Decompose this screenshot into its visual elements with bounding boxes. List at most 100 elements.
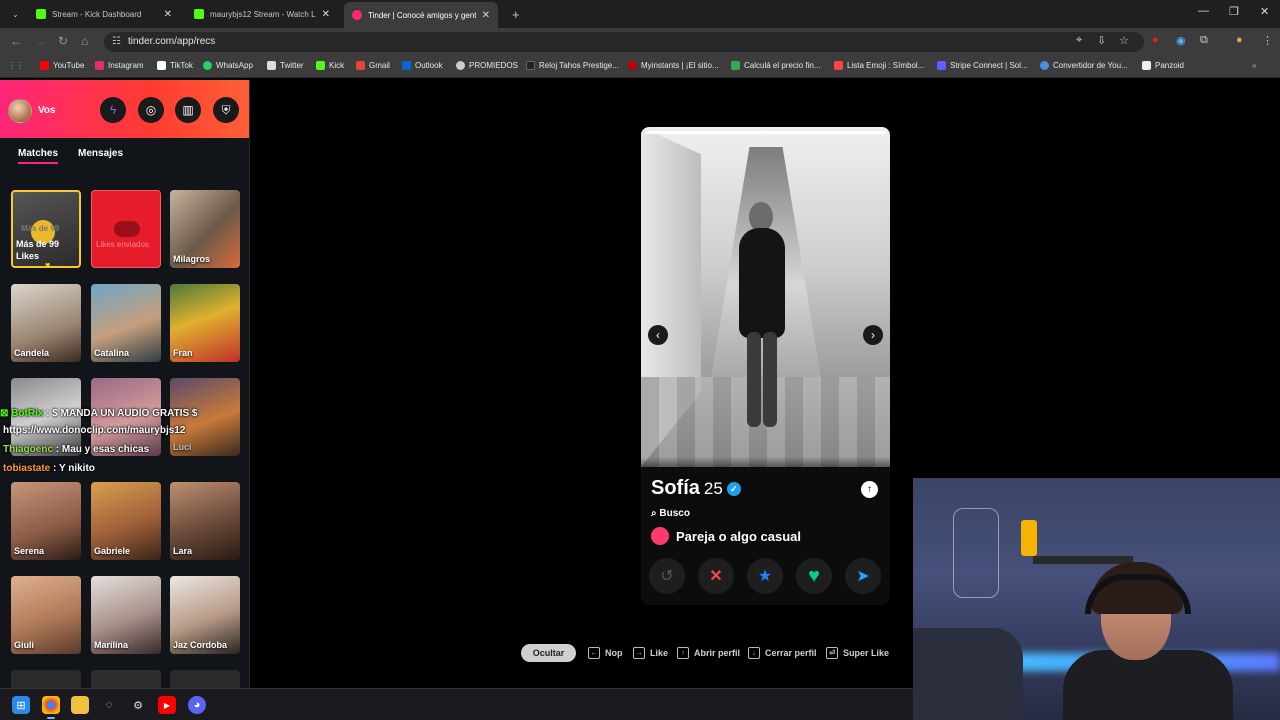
boost-icon[interactable]: ϟ <box>100 97 126 123</box>
install-icon[interactable]: ⇩ <box>1097 34 1106 47</box>
streamer-shirt <box>1063 650 1233 720</box>
hand-icon <box>114 221 140 237</box>
restore-icon[interactable]: ❐ <box>1229 5 1239 18</box>
close-window-icon[interactable]: ✕ <box>1260 5 1269 18</box>
next-photo-button[interactable]: › <box>863 325 883 345</box>
close-tab-icon[interactable]: ✕ <box>482 10 490 21</box>
shortcut-label: Super Like <box>843 648 890 658</box>
briefcase-icon[interactable]: ▥ <box>175 97 201 123</box>
close-tab-icon[interactable]: ✕ <box>322 9 330 20</box>
address-bar[interactable]: ☷ tinder.com/app/recs <box>104 32 1144 52</box>
bookmark-youtube[interactable]: YouTube <box>40 61 84 70</box>
match-card[interactable] <box>170 670 240 688</box>
browser-tab-bar: ⌄ Stream - Kick Dashboard ✕ maurybjs12 S… <box>0 0 1280 28</box>
bookmark-outlook[interactable]: Outlook <box>402 61 443 70</box>
app-icon[interactable]: ◌ <box>100 696 118 714</box>
match-card[interactable]: Jaz Cordoba <box>170 576 240 654</box>
extension-icon[interactable]: ◉ <box>1176 34 1186 47</box>
file-explorer-icon[interactable] <box>71 696 89 714</box>
hide-shortcuts-button[interactable]: Ocultar <box>521 644 576 662</box>
open-profile-button[interactable]: ↑ <box>861 481 878 498</box>
back-icon[interactable]: ← <box>10 34 22 48</box>
bookmark-myinstants[interactable]: Myinstants | ¡El sitio... <box>628 61 719 70</box>
match-card[interactable] <box>91 670 161 688</box>
profile-photo[interactable]: ‹ › <box>641 127 890 467</box>
rewind-button[interactable]: ↺ <box>649 558 685 594</box>
bookmark-emoji[interactable]: Lista Emoji : Símbol... <box>834 61 924 70</box>
bookmark-label: Myinstants | ¡El sitio... <box>641 61 719 70</box>
bookmark-star-icon[interactable]: ☆ <box>1119 34 1129 47</box>
emoji-icon <box>834 61 843 70</box>
bookmark-reloj[interactable]: Reloj Tahos Prestige... <box>526 61 619 70</box>
shortcut-label: Abrir perfil <box>694 648 741 658</box>
youtube-icon[interactable]: ▶ <box>158 696 176 714</box>
chat-username: tobiastate <box>3 463 51 474</box>
location-icon[interactable]: ⌖ <box>1076 34 1082 47</box>
tab-matches[interactable]: Matches <box>18 148 59 164</box>
profile-avatar-icon[interactable]: ● <box>1236 34 1243 46</box>
likes-sent-card[interactable]: Likes enviados <box>91 190 161 268</box>
new-tab-button[interactable]: + <box>504 4 524 24</box>
bot-icon: ⊠ <box>0 408 9 419</box>
browser-tab-tinder[interactable]: Tinder | Conocé amigos y gente ✕ <box>344 2 498 28</box>
bookmark-twitter[interactable]: Twitter <box>267 61 304 70</box>
match-card[interactable]: Gabriele <box>91 482 161 560</box>
more-bookmarks-icon[interactable]: » <box>1252 61 1256 70</box>
forward-icon[interactable]: → <box>34 34 46 48</box>
tab-list-button[interactable]: ⌄ <box>4 4 26 24</box>
bookmark-calcula[interactable]: Calculá el precio fin... <box>731 61 820 70</box>
bookmark-label: WhatsApp <box>216 61 253 70</box>
home-icon[interactable]: ⌂ <box>81 34 88 48</box>
explore-compass-icon[interactable]: ◎ <box>138 97 164 123</box>
bookmark-label: Panzoid <box>1155 61 1184 70</box>
tab-messages[interactable]: Mensajes <box>78 148 123 164</box>
bookmark-kick[interactable]: Kick <box>316 61 344 70</box>
shield-icon[interactable]: ⛨ <box>213 97 239 123</box>
bookmark-promiedos[interactable]: PROMIEDOS <box>456 61 518 70</box>
close-tab-icon[interactable]: ✕ <box>164 9 172 20</box>
apps-grid-icon[interactable]: ⋮⋮ <box>8 61 24 70</box>
bookmark-stripe[interactable]: Stripe Connect | Sol... <box>937 61 1028 70</box>
site-info-icon[interactable]: ☷ <box>112 32 121 52</box>
bookmark-tiktok[interactable]: TikTok <box>157 61 193 70</box>
likes-you-card[interactable]: Más de 99 Más de 99 Likes ♥ <box>11 190 81 268</box>
menu-kebab-icon[interactable]: ⋮ <box>1262 34 1273 47</box>
windows-start-icon[interactable]: ⊞ <box>12 696 30 714</box>
match-card[interactable]: Giuli <box>11 576 81 654</box>
super-like-button[interactable]: ★ <box>747 558 783 594</box>
discord-icon[interactable]: ◕ <box>188 696 206 714</box>
bookmark-panzoid[interactable]: Panzoid <box>1142 61 1184 70</box>
bookmark-gmail[interactable]: Gmail <box>356 61 390 70</box>
match-card[interactable]: Marilina <box>91 576 161 654</box>
bookmark-instagram[interactable]: Instagram <box>95 61 144 70</box>
match-card[interactable]: Lara <box>170 482 240 560</box>
match-card[interactable]: Candela <box>11 284 81 362</box>
bookmark-whatsapp[interactable]: WhatsApp <box>203 61 253 70</box>
avatar[interactable] <box>8 99 32 123</box>
shortcut-label: Cerrar perfil <box>765 648 817 658</box>
match-card[interactable]: Milagros <box>170 190 240 268</box>
match-card[interactable] <box>11 670 81 688</box>
match-card[interactable]: Serena <box>11 482 81 560</box>
like-button[interactable]: ♥ <box>796 558 832 594</box>
extension-icon[interactable]: ● <box>1152 34 1159 46</box>
chrome-icon[interactable] <box>42 696 60 719</box>
bookmark-convertidor[interactable]: Convertidor de You... <box>1040 61 1128 70</box>
calculator-icon <box>731 61 740 70</box>
reload-icon[interactable]: ↻ <box>58 34 68 48</box>
profile-card[interactable]: ‹ › Sofía 25 ✓ ↑ ⌕ Busco Pareja o algo cas… <box>641 127 890 605</box>
previous-photo-button[interactable]: ‹ <box>648 325 668 345</box>
match-card[interactable]: Fran <box>170 284 240 362</box>
profile-name[interactable]: Vos <box>38 105 56 116</box>
extensions-puzzle-icon[interactable]: ⧉ <box>1200 34 1208 47</box>
nope-button[interactable]: ✕ <box>698 558 734 594</box>
match-card[interactable]: Catalina <box>91 284 161 362</box>
up-arrow-key-icon: ↑ <box>677 647 689 659</box>
browser-tab-kick-dashboard[interactable]: Stream - Kick Dashboard ✕ <box>28 4 180 24</box>
minimize-icon[interactable]: — <box>1198 5 1209 17</box>
steam-icon[interactable]: ⚙ <box>129 696 147 714</box>
browser-tab-kick-stream[interactable]: maurybjs12 Stream - Watch Live ✕ <box>186 4 338 24</box>
bookmark-label: Lista Emoji : Símbol... <box>847 61 925 70</box>
webcam-overlay <box>913 478 1280 720</box>
send-message-button[interactable]: ➤ <box>845 558 881 594</box>
